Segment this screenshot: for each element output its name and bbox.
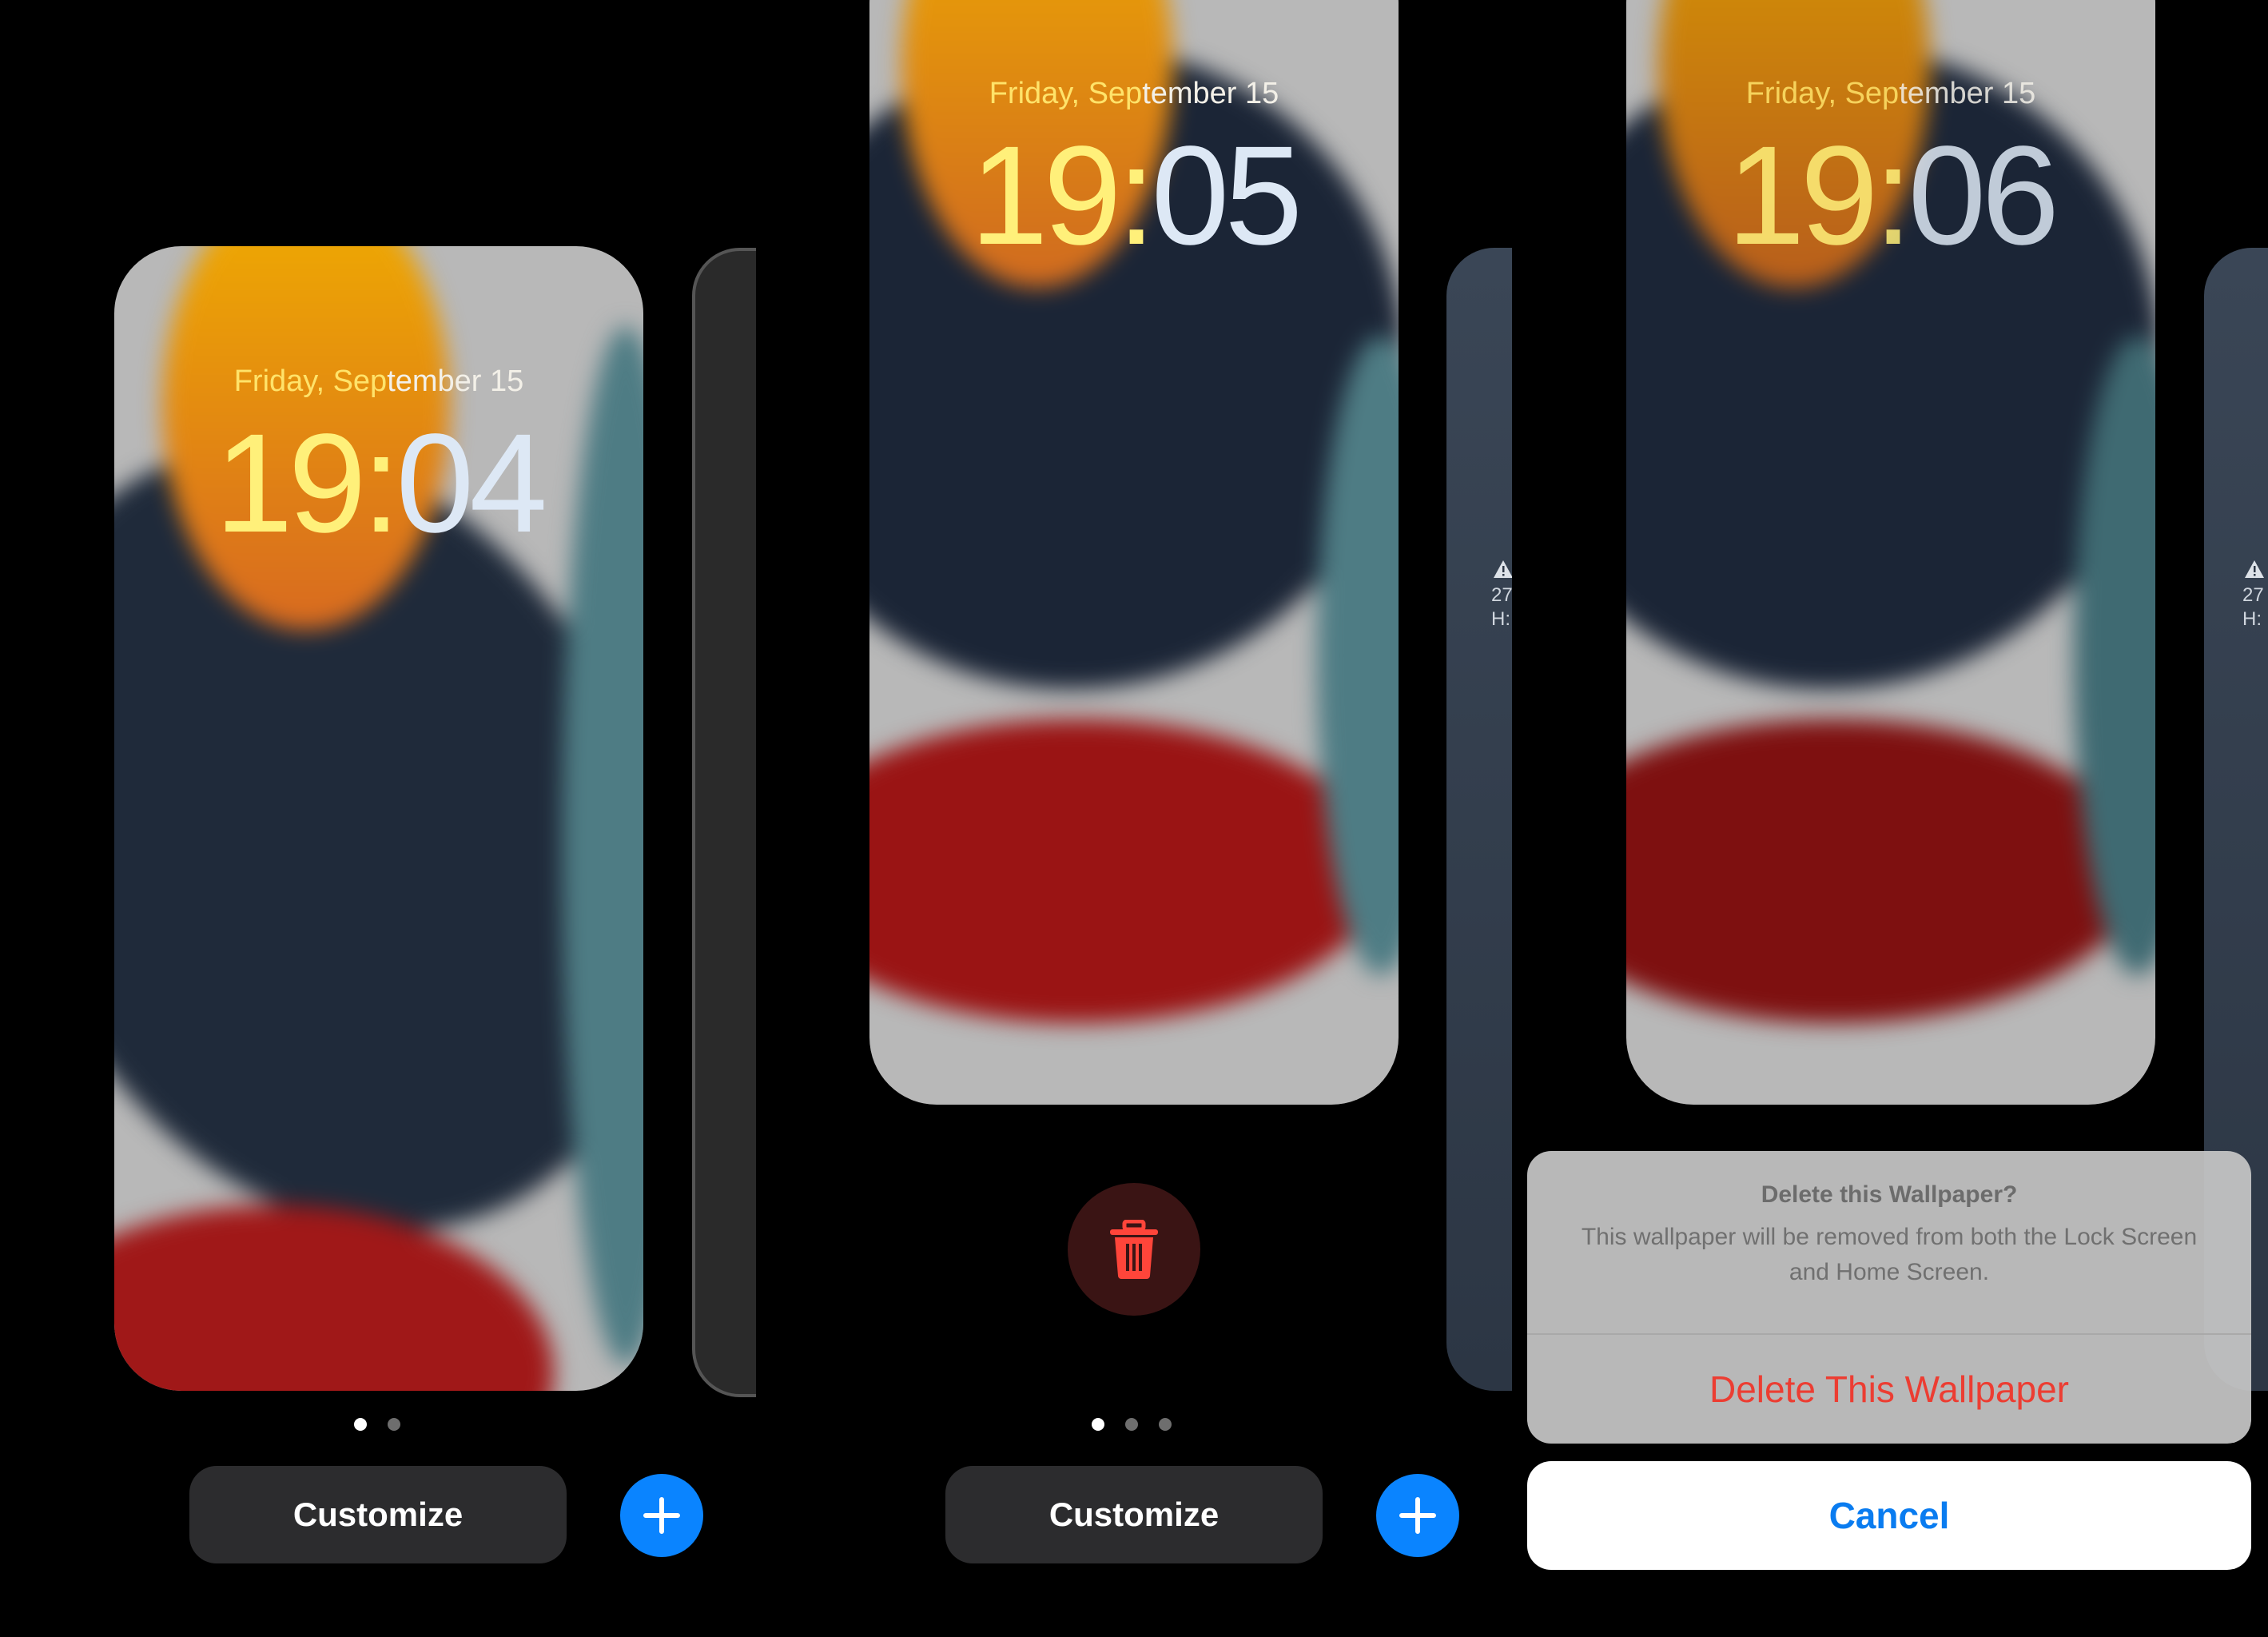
next-wallpaper-card[interactable] [692, 248, 756, 1397]
wallpaper-card[interactable]: Friday, September 15 19:04 [114, 246, 643, 1391]
add-wallpaper-button[interactable] [1376, 1474, 1459, 1557]
lock-date: Friday, September 15 [1745, 77, 2036, 110]
wallpaper-card[interactable]: Friday, September 15 19:05 [869, 0, 1399, 1105]
lock-time: 19:04 [214, 405, 547, 562]
weather-high: H: [1491, 608, 1510, 630]
delete-this-wallpaper-button[interactable]: Delete This Wallpaper [1527, 1335, 2251, 1444]
lock-date: Friday, September 15 [989, 77, 1279, 110]
panel-1: Friday, September 15 19:04 Customize [0, 0, 756, 1637]
plus-icon [1399, 1497, 1436, 1534]
weather-high: H: [2242, 608, 2262, 630]
lock-date: Friday, September 15 [233, 364, 524, 398]
trash-icon [1110, 1220, 1158, 1279]
delete-wallpaper-button[interactable] [1068, 1183, 1200, 1316]
action-sheet-message: This wallpaper will be removed from both… [1581, 1224, 2198, 1285]
page-indicator [354, 1418, 400, 1431]
page-dot-active[interactable] [1092, 1418, 1104, 1431]
page-dot[interactable] [1125, 1418, 1138, 1431]
page-indicator [1092, 1418, 1172, 1431]
lock-time: 19:06 [1726, 117, 2059, 274]
action-sheet-title: Delete this Wallpaper? [1761, 1181, 2018, 1208]
page-dot-active[interactable] [354, 1418, 367, 1431]
weather-temp: 27 [2242, 584, 2264, 606]
add-wallpaper-button[interactable] [620, 1474, 703, 1557]
delete-action-sheet: Delete this Wallpaper? This wallpaper wi… [1527, 1151, 2251, 1444]
customize-button[interactable]: Customize [189, 1466, 567, 1563]
warning-triangle-icon [1494, 560, 1512, 578]
cancel-button[interactable]: Cancel [1527, 1461, 2251, 1570]
customize-button[interactable]: Customize [945, 1466, 1323, 1563]
lock-time: 19:05 [969, 117, 1303, 274]
warning-triangle-icon [2245, 560, 2264, 578]
weather-temp: 27 [1491, 584, 1512, 606]
page-dot[interactable] [1159, 1418, 1172, 1431]
page-dot[interactable] [388, 1418, 400, 1431]
plus-icon [643, 1497, 680, 1534]
wallpaper-card[interactable]: Friday, September 15 19:06 [1626, 0, 2155, 1105]
next-wallpaper-card[interactable]: 27 H: [1446, 248, 1512, 1391]
panel-2: Friday, September 15 19:05 27 H: Customi… [756, 0, 1512, 1637]
